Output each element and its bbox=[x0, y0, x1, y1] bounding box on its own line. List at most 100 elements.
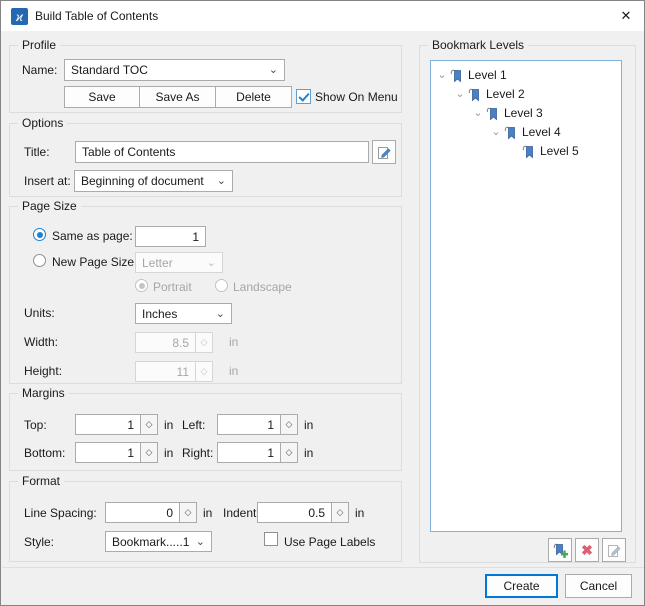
bookmark-icon bbox=[468, 88, 479, 101]
bottom-margin-input[interactable]: 1 bbox=[75, 442, 141, 463]
edit-pencil-icon bbox=[377, 146, 391, 159]
height-unit-label: in bbox=[229, 364, 239, 378]
title-label: Title: bbox=[24, 145, 50, 159]
tree-expand-icon[interactable]: ⌄ bbox=[489, 127, 503, 138]
use-page-labels-checkbox[interactable] bbox=[264, 532, 278, 546]
page-size-group: Page Size Same as page: 1 New Page Size:… bbox=[9, 199, 402, 384]
tree-item-label: Level 2 bbox=[486, 87, 525, 101]
new-page-size-label[interactable]: New Page Size: bbox=[52, 255, 137, 270]
tree-item-level-4[interactable]: ⌄ Level 4 bbox=[431, 123, 621, 141]
close-icon[interactable]: ✕ bbox=[609, 1, 643, 30]
right-margin-value: 1 bbox=[267, 445, 274, 460]
new-page-size-select: Letter ⌄ bbox=[135, 252, 223, 273]
new-page-size-radio[interactable] bbox=[33, 254, 46, 267]
tree-item-level-3[interactable]: ⌄ Level 3 bbox=[431, 104, 621, 122]
bookmark-icon bbox=[486, 107, 497, 120]
line-spacing-spinner[interactable]: ◇ bbox=[179, 502, 197, 523]
chevron-down-icon: ⌄ bbox=[215, 307, 225, 320]
unit-label: in bbox=[164, 418, 174, 432]
profile-name-select[interactable]: Standard TOC ⌄ bbox=[64, 59, 285, 81]
top-margin-input[interactable]: 1 bbox=[75, 414, 141, 435]
tree-item-level-1[interactable]: ⌄ Level 1 bbox=[431, 66, 621, 84]
bookmark-tree[interactable]: ⌄ Level 1 ⌄ Level 2 ⌄ Level 3 ⌄ Level 4 Level 5 bbox=[430, 60, 622, 532]
left-margin-label: Left: bbox=[182, 418, 206, 432]
edit-pencil-disabled-icon bbox=[607, 544, 621, 557]
format-group: Format Line Spacing: 0 ◇ in Indent: 0.5 … bbox=[9, 474, 402, 562]
margins-group: Margins Top: 1 ◇ in Left: 1 ◇ in Bottom:… bbox=[9, 386, 402, 471]
save-button[interactable]: Save bbox=[64, 86, 140, 108]
insert-at-select[interactable]: Beginning of document ⌄ bbox=[74, 170, 233, 192]
top-margin-label: Top: bbox=[24, 418, 47, 432]
tree-item-label: Level 1 bbox=[468, 68, 507, 82]
cancel-button[interactable]: Cancel bbox=[565, 574, 632, 598]
tree-item-label: Level 5 bbox=[540, 144, 579, 158]
style-select[interactable]: Bookmark.....1 ⌄ bbox=[105, 531, 212, 552]
save-as-button[interactable]: Save As bbox=[139, 86, 216, 108]
height-input: 11 bbox=[135, 361, 196, 382]
style-value: Bookmark.....1 bbox=[112, 534, 190, 549]
show-on-menu-checkbox[interactable] bbox=[296, 89, 311, 104]
line-spacing-label: Line Spacing: bbox=[24, 506, 97, 520]
width-label: Width: bbox=[24, 335, 59, 349]
bottom-margin-spinner[interactable]: ◇ bbox=[140, 442, 158, 463]
tree-item-level-5[interactable]: Level 5 bbox=[431, 142, 621, 160]
use-page-labels-label[interactable]: Use Page Labels bbox=[284, 535, 375, 550]
create-button[interactable]: Create bbox=[485, 574, 558, 598]
landscape-label: Landscape bbox=[233, 280, 292, 294]
tree-expand-icon[interactable]: ⌄ bbox=[435, 70, 449, 81]
title-input[interactable]: Table of Contents bbox=[75, 141, 369, 163]
top-margin-spinner[interactable]: ◇ bbox=[140, 414, 158, 435]
bookmark-icon bbox=[504, 126, 515, 139]
insert-at-label: Insert at: bbox=[24, 174, 71, 188]
profile-legend: Profile bbox=[18, 38, 61, 53]
unit-label: in bbox=[355, 506, 365, 520]
format-legend: Format bbox=[18, 474, 65, 489]
name-label: Name: bbox=[22, 63, 58, 77]
profile-name-value: Standard TOC bbox=[71, 63, 148, 77]
right-margin-spinner[interactable]: ◇ bbox=[280, 442, 298, 463]
line-spacing-value: 0 bbox=[166, 505, 173, 520]
units-label: Units: bbox=[24, 306, 55, 320]
title-value: Table of Contents bbox=[82, 145, 176, 159]
left-margin-spinner[interactable]: ◇ bbox=[280, 414, 298, 435]
chevron-down-icon: ⌄ bbox=[206, 256, 216, 269]
edit-level-button bbox=[602, 538, 626, 562]
titlebar[interactable]: ϰ Build Table of Contents ✕ bbox=[1, 1, 644, 31]
right-margin-input[interactable]: 1 bbox=[217, 442, 281, 463]
options-group: Options Title: Table of Contents Insert … bbox=[9, 116, 402, 197]
indent-spinner[interactable]: ◇ bbox=[331, 502, 349, 523]
tree-expand-icon[interactable]: ⌄ bbox=[471, 108, 485, 119]
show-on-menu-label[interactable]: Show On Menu bbox=[315, 90, 398, 105]
edit-title-button[interactable] bbox=[372, 140, 396, 164]
chevron-down-icon: ⌄ bbox=[195, 535, 205, 548]
indent-label: Indent: bbox=[223, 506, 260, 520]
insert-at-value: Beginning of document bbox=[81, 174, 204, 188]
portrait-radio bbox=[135, 279, 148, 292]
landscape-radio bbox=[215, 279, 228, 292]
delete-x-icon: ✖ bbox=[581, 541, 593, 558]
build-toc-dialog: ϰ Build Table of Contents ✕ Profile Name… bbox=[0, 0, 645, 606]
same-as-page-label[interactable]: Same as page: bbox=[52, 229, 133, 244]
delete-level-button[interactable]: ✖ bbox=[575, 538, 599, 562]
height-value: 11 bbox=[176, 364, 189, 379]
tree-item-label: Level 4 bbox=[522, 125, 561, 139]
left-margin-input[interactable]: 1 bbox=[217, 414, 281, 435]
width-value: 8.5 bbox=[172, 335, 189, 350]
tree-expand-icon[interactable]: ⌄ bbox=[453, 89, 467, 100]
tree-item-level-2[interactable]: ⌄ Level 2 bbox=[431, 85, 621, 103]
same-as-page-radio[interactable] bbox=[33, 228, 46, 241]
units-select[interactable]: Inches ⌄ bbox=[135, 303, 232, 324]
app-logo-icon: ϰ bbox=[11, 8, 28, 25]
chevron-down-icon: ⌄ bbox=[216, 175, 226, 187]
bottom-margin-value: 1 bbox=[127, 445, 134, 460]
chevron-down-icon: ⌄ bbox=[268, 64, 278, 76]
delete-button[interactable]: Delete bbox=[215, 86, 292, 108]
height-label: Height: bbox=[24, 364, 63, 378]
profile-group: Profile Name: Standard TOC ⌄ Save Save A… bbox=[9, 38, 402, 113]
unit-label: in bbox=[304, 446, 314, 460]
same-as-page-value: 1 bbox=[192, 229, 199, 244]
line-spacing-input[interactable]: 0 bbox=[105, 502, 180, 523]
indent-input[interactable]: 0.5 bbox=[257, 502, 332, 523]
same-as-page-input[interactable]: 1 bbox=[135, 226, 206, 247]
add-level-button[interactable] bbox=[548, 538, 572, 562]
